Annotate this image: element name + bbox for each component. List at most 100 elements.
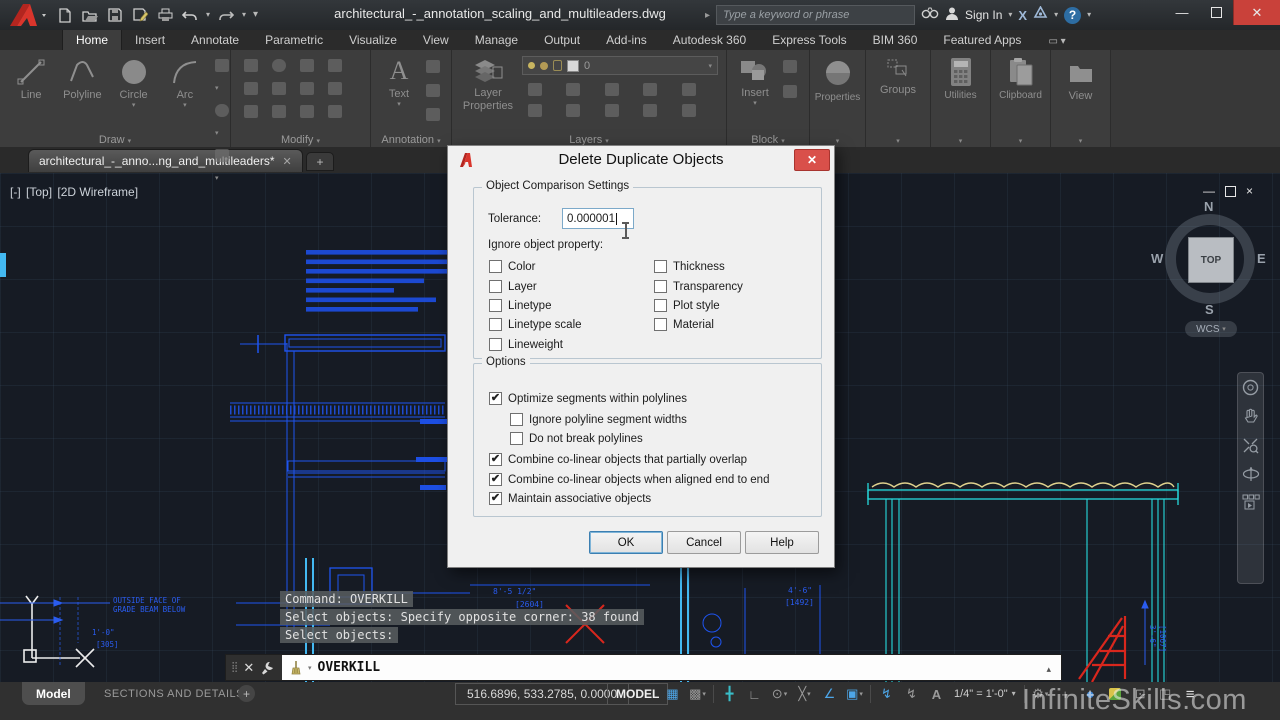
groups-panel-label[interactable]: Groups	[866, 84, 930, 96]
help-icon[interactable]: ?	[1064, 6, 1082, 24]
layer-match-tool[interactable]	[681, 83, 696, 96]
groups-panel-expand-icon[interactable]: ▾	[866, 134, 930, 146]
arc-dropdown-icon[interactable]: ▾	[183, 101, 187, 109]
checkbox-optimize-segments[interactable]: ✔ Optimize segments within polylines	[489, 392, 687, 405]
utilities-panel-label[interactable]: Utilities	[931, 90, 990, 101]
copy-tool[interactable]	[244, 82, 258, 95]
polyline-tool[interactable]: Polyline	[61, 57, 103, 101]
scale-tool[interactable]	[272, 105, 286, 118]
viewport-restore-icon[interactable]	[1225, 185, 1236, 197]
open-file-icon[interactable]	[81, 6, 99, 24]
checkbox-lineweight[interactable]: Lineweight	[489, 338, 563, 351]
annotation-visibility-toggle-icon[interactable]: ↯	[874, 683, 899, 705]
autodesk360-dropdown-icon[interactable]: ▾	[1054, 11, 1058, 19]
grid-display-toggle-icon[interactable]: ▦	[660, 683, 685, 705]
ribbon-tab-visualize[interactable]: Visualize	[336, 30, 410, 50]
viewcube-south[interactable]: S	[1205, 302, 1214, 317]
object-snap-toggle-icon[interactable]: ▣ ▾	[842, 683, 867, 705]
dynamic-input-toggle-icon[interactable]: ╋	[717, 683, 742, 705]
annotation-scale-sync-icon[interactable]: A	[924, 683, 949, 705]
ribbon-tab-featuredapps[interactable]: Featured Apps	[930, 30, 1034, 50]
ribbon-tab-autodesk360[interactable]: Autodesk 360	[660, 30, 759, 50]
redo-icon[interactable]	[217, 6, 235, 24]
viewcube-top-face[interactable]: TOP	[1188, 237, 1234, 283]
plot-icon[interactable]	[156, 6, 174, 24]
checkbox-combine-partially-overlap[interactable]: ✔ Combine co-linear objects that partiall…	[489, 453, 747, 466]
zoom-extents-icon[interactable]	[1242, 437, 1259, 454]
command-bar-close-icon[interactable]: ✕	[243, 660, 254, 676]
window-minimize-button[interactable]: —	[1165, 0, 1199, 25]
viewcube-north[interactable]: N	[1204, 199, 1213, 214]
ok-button[interactable]: OK	[589, 531, 663, 554]
viewcube-east[interactable]: E	[1257, 251, 1266, 266]
text-tool[interactable]: A Text ▾	[377, 56, 421, 108]
move-tool[interactable]	[244, 59, 258, 72]
checkbox-linetype-scale[interactable]: Linetype scale	[489, 318, 582, 331]
search-binoculars-icon[interactable]	[921, 6, 939, 24]
layer-thaw-all-tool[interactable]	[604, 104, 619, 117]
checkbox-maintain-associative[interactable]: ✔ Maintain associative objects	[489, 492, 651, 505]
offset-tool[interactable]	[328, 105, 342, 118]
redo-dropdown-icon[interactable]: ▾	[242, 11, 246, 19]
view-panel-label[interactable]: View	[1051, 90, 1110, 102]
checkbox-thickness[interactable]: Thickness	[654, 260, 725, 273]
dimension-tool[interactable]	[426, 60, 440, 73]
navigation-wheel-icon[interactable]	[1242, 379, 1259, 396]
mirror-tool[interactable]	[272, 82, 286, 95]
hatch-tool[interactable]: ▾	[214, 149, 236, 185]
ribbon-tab-addins[interactable]: Add-ins	[593, 30, 660, 50]
checkbox-color[interactable]: Color	[489, 260, 535, 273]
help-dropdown-icon[interactable]: ▾	[1087, 11, 1091, 19]
annotation-scale-dropdown[interactable]: 1/4" = 1'-0" ▾	[949, 688, 1021, 700]
checkbox-transparency[interactable]: Transparency	[654, 280, 743, 293]
help-button[interactable]: Help	[745, 531, 819, 554]
stretch-tool[interactable]	[244, 105, 258, 118]
layer-freeze-tool[interactable]	[604, 83, 619, 96]
ribbon-tab-manage[interactable]: Manage	[462, 30, 531, 50]
undo-dropdown-icon[interactable]: ▾	[206, 11, 210, 19]
annotation-panel-label[interactable]: Annotation ▾	[371, 134, 451, 146]
view-panel-expand-icon[interactable]: ▾	[1051, 134, 1110, 146]
edit-block-tool[interactable]	[783, 60, 797, 73]
viewport-close-icon[interactable]: ×	[1246, 184, 1253, 198]
checkbox-material[interactable]: Material	[654, 318, 714, 331]
save-icon[interactable]	[106, 6, 124, 24]
sign-in-dropdown-icon[interactable]: ▾	[1008, 11, 1012, 19]
leader-tool[interactable]	[426, 84, 440, 97]
isometric-drafting-toggle-icon[interactable]: ╳ ▾	[792, 683, 817, 705]
viewport-view-menu[interactable]: [Top]	[26, 185, 52, 199]
define-attributes-tool[interactable]	[783, 85, 797, 98]
clipboard-icon[interactable]	[1008, 57, 1034, 87]
checkbox-combine-end-to-end[interactable]: ✔ Combine co-linear objects when aligned …	[489, 473, 769, 486]
polar-tracking-toggle-icon[interactable]: ⊙ ▾	[767, 683, 792, 705]
ribbon-tab-bim360[interactable]: BIM 360	[860, 30, 931, 50]
viewport-controls-menu[interactable]: [-]	[10, 185, 21, 199]
pan-hand-icon[interactable]	[1243, 408, 1259, 425]
modify-panel-label[interactable]: Modify ▾	[231, 134, 370, 146]
properties-panel-label[interactable]: Properties	[810, 92, 865, 103]
viewcube[interactable]: N W E S TOP	[1151, 199, 1268, 317]
help-search-input[interactable]: Type a keyword or phrase	[716, 5, 916, 25]
layer-unisolate-tool[interactable]	[566, 104, 581, 117]
trim-tool[interactable]	[300, 59, 314, 72]
checkbox-layer[interactable]: Layer	[489, 280, 537, 293]
status-bar-menu-icon[interactable]: ≡	[1178, 683, 1203, 705]
checkbox-plot-style[interactable]: Plot style	[654, 299, 720, 312]
insert-block-tool[interactable]: Insert ▾	[733, 57, 777, 107]
layer-on-tool[interactable]	[528, 104, 542, 117]
ribbon-tab-parametric[interactable]: Parametric	[252, 30, 336, 50]
orbit-icon[interactable]	[1242, 466, 1260, 482]
array-tool[interactable]	[300, 105, 314, 118]
ribbon-display-toggle-icon[interactable]: ▭ ▾	[1048, 36, 1065, 50]
window-maximize-button[interactable]	[1199, 0, 1233, 25]
autocad-app-logo-icon[interactable]	[4, 1, 48, 29]
model-space-tab[interactable]: Model	[22, 682, 85, 705]
dialog-close-button[interactable]: ✕	[794, 149, 830, 171]
command-bar-customize-wrench-icon[interactable]	[261, 661, 275, 675]
window-close-button[interactable]: ✕	[1233, 0, 1280, 25]
command-input[interactable]: ▾ OVERKILL ▴	[282, 655, 1061, 680]
table-tool[interactable]	[426, 108, 440, 121]
isolate-objects-icon[interactable]: ⊡	[1128, 683, 1153, 705]
annotation-autoscale-toggle-icon[interactable]: ↯	[899, 683, 924, 705]
circle-tool[interactable]: Circle ▾	[112, 57, 154, 109]
